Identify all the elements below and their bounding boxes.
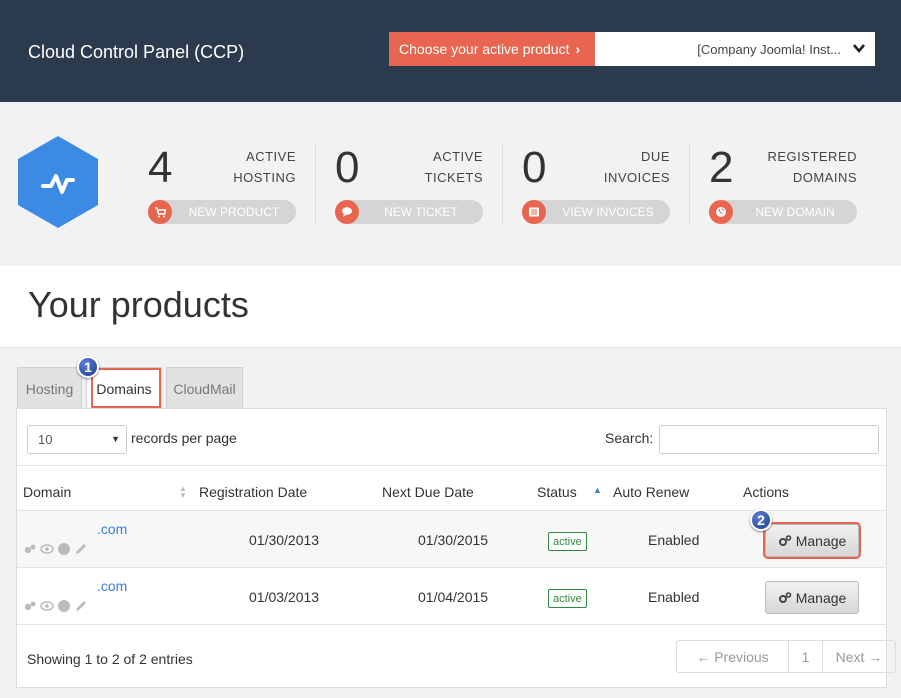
stat-divider: [689, 144, 690, 224]
chevron-down-icon: [853, 44, 865, 54]
tab-hosting-label: Hosting: [25, 380, 74, 397]
auto-renew-value: Enabled: [648, 532, 700, 548]
stat-active-hosting: 4 ACTIVE HOSTING NEW PRODUCT: [148, 142, 296, 232]
auto-renew-value: Enabled: [648, 589, 700, 605]
stat-count: 0: [522, 143, 547, 192]
status-badge: active: [548, 589, 587, 608]
new-domain-label: NEW DOMAIN: [755, 205, 835, 219]
view-invoices-button[interactable]: VIEW INVOICES: [522, 200, 670, 224]
active-product-selector[interactable]: Choose your active product › [Company Jo…: [389, 32, 875, 66]
stat-divider: [502, 144, 503, 224]
choose-product-button[interactable]: Choose your active product ›: [389, 32, 595, 66]
records-per-page-label: records per page: [131, 430, 237, 446]
list-icon: [522, 200, 546, 224]
search-input[interactable]: [659, 425, 879, 454]
globe-icon[interactable]: [57, 542, 71, 556]
tab-cloudmail[interactable]: CloudMail: [166, 367, 243, 409]
tab-hosting[interactable]: Hosting: [17, 367, 82, 409]
table-row: .com 01/03/2013 01/04/2015 active Enable…: [17, 568, 886, 625]
top-header: Cloud Control Panel (CCP) Choose your ac…: [0, 0, 901, 102]
new-ticket-button[interactable]: NEW TICKET: [335, 200, 483, 224]
logo-hexagon-icon: [18, 136, 98, 228]
choose-product-label: Choose your active product: [399, 41, 570, 57]
sort-both-icon: ▲ ▼: [179, 484, 187, 500]
table-header: Domain ▲ ▼ Registration Date Next Due Dat…: [17, 465, 886, 511]
pencil-icon[interactable]: [74, 599, 88, 613]
stat-divider: [315, 144, 316, 224]
tab-highlight: [91, 368, 161, 408]
new-ticket-label: NEW TICKET: [384, 205, 458, 219]
step-marker-1: 1: [77, 356, 99, 378]
stat-active-tickets: 0 ACTIVE TICKETS NEW TICKET: [335, 142, 483, 232]
globe-icon: [709, 200, 733, 224]
products-heading-section: Your products: [0, 266, 901, 348]
app-title: Cloud Control Panel (CCP): [28, 42, 245, 62]
domain-link[interactable]: .com: [97, 578, 127, 594]
status-badge: active: [548, 532, 587, 551]
tab-cloudmail-label: CloudMail: [173, 380, 236, 397]
registration-date: 01/03/2013: [249, 589, 320, 605]
stat-count: 0: [335, 143, 360, 192]
step-marker-2: 2: [750, 509, 772, 531]
domain-tool-icons: [23, 599, 88, 613]
new-domain-button[interactable]: NEW DOMAIN: [709, 200, 857, 224]
domains-table-panel: 10 ▼ records per page Search: Domain ▲ ▼ …: [16, 408, 896, 688]
eye-icon[interactable]: [40, 599, 54, 613]
new-product-label: NEW PRODUCT: [188, 205, 280, 219]
previous-page-button[interactable]: ← Previous: [677, 641, 789, 672]
manage-label: Manage: [795, 589, 847, 606]
page-title: Your products: [28, 284, 249, 325]
manage-button[interactable]: Manage: [763, 522, 861, 559]
records-per-page-value: 10: [38, 432, 53, 447]
manage-label: Manage: [795, 532, 847, 549]
column-registration-date[interactable]: Registration Date: [199, 484, 307, 500]
gears-icon[interactable]: [23, 542, 37, 556]
stat-count: 2: [709, 143, 734, 192]
product-dropdown[interactable]: [Company Joomla! Inst...: [595, 32, 875, 66]
search-label: Search:: [605, 430, 654, 446]
column-auto-renew[interactable]: Auto Renew: [613, 484, 689, 500]
stat-label: DUE INVOICES: [603, 149, 670, 185]
product-dropdown-value: [Company Joomla! Inst...: [697, 41, 841, 57]
stat-label: ACTIVE HOSTING: [233, 149, 296, 185]
cart-icon: [148, 200, 172, 224]
column-next-due-date[interactable]: Next Due Date: [382, 484, 474, 500]
pagination: ← Previous 1 Next →: [676, 640, 896, 673]
eye-icon[interactable]: [40, 542, 54, 556]
tab-domains[interactable]: Domains: [86, 367, 162, 409]
next-due-date: 01/30/2015: [418, 532, 489, 548]
stat-registered-domains: 2 REGISTERED DOMAINS NEW DOMAIN: [709, 142, 857, 232]
chat-icon: [335, 200, 359, 224]
chevron-right-icon: ›: [575, 41, 581, 57]
sort-ascending-icon: ▲: [593, 485, 602, 495]
stat-count: 4: [148, 143, 173, 192]
column-status[interactable]: Status: [537, 484, 577, 500]
stat-label: REGISTERED DOMAINS: [767, 149, 857, 185]
gears-icon: [778, 534, 792, 546]
manage-button[interactable]: Manage: [765, 581, 859, 614]
gears-icon[interactable]: [23, 599, 37, 613]
page-number-button[interactable]: 1: [789, 641, 823, 672]
pencil-icon[interactable]: [74, 542, 88, 556]
records-per-page-select[interactable]: 10 ▼: [27, 425, 127, 454]
gears-icon: [778, 591, 792, 603]
view-invoices-label: VIEW INVOICES: [562, 205, 654, 219]
stat-label: ACTIVE TICKETS: [424, 149, 483, 185]
domain-tool-icons: [23, 542, 88, 556]
globe-icon[interactable]: [57, 599, 71, 613]
dashboard-stats: 4 ACTIVE HOSTING NEW PRODUCT 0 ACTIVE TICK…: [0, 102, 901, 266]
column-domain[interactable]: Domain: [23, 484, 71, 500]
domain-link[interactable]: .com: [97, 521, 127, 537]
new-product-button[interactable]: NEW PRODUCT: [148, 200, 296, 224]
stat-due-invoices: 0 DUE INVOICES VIEW INVOICES: [522, 142, 670, 232]
next-page-button[interactable]: Next →: [823, 641, 895, 672]
registration-date: 01/30/2013: [249, 532, 320, 548]
table-info: Showing 1 to 2 of 2 entries: [27, 651, 193, 667]
next-due-date: 01/04/2015: [418, 589, 489, 605]
column-actions: Actions: [743, 484, 789, 500]
caret-down-icon: ▼: [111, 434, 120, 444]
